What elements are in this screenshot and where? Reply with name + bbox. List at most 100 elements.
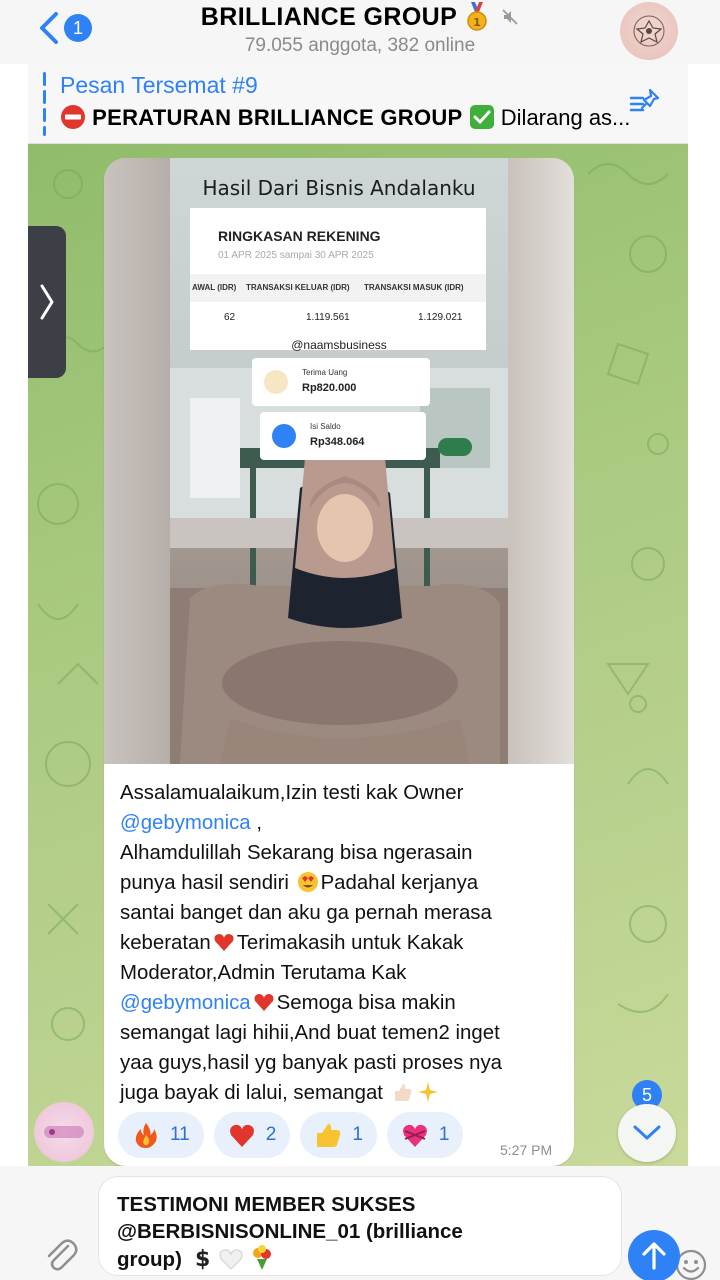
message-fragment: , xyxy=(250,812,262,834)
arrow-up-icon xyxy=(642,1242,666,1270)
group-subtitle: 79.055 anggota, 382 online xyxy=(244,35,476,56)
fire-icon xyxy=(135,1123,157,1148)
bouquet-icon xyxy=(253,1245,272,1270)
column-header: AWAL (IDR) xyxy=(192,283,237,292)
message-fragment: Semoga bisa makin xyxy=(276,992,456,1014)
chat-area[interactable]: Hasil Dari Bisnis Andalanku RINGKASAN RE… xyxy=(28,144,688,1166)
receive-money-card: Terima Uang Rp820.000 xyxy=(252,358,430,406)
account-summary-period: 01 APR 2025 sampai 30 APR 2025 xyxy=(218,250,374,261)
pinned-indicator xyxy=(43,72,46,136)
column-value: 1.119.561 xyxy=(306,312,350,323)
chevron-down-icon xyxy=(633,1125,661,1140)
paperclip-icon[interactable] xyxy=(44,1236,78,1274)
column-value: 1.129.021 xyxy=(418,312,463,323)
message-line: punya hasil sendiri Padahal kerjanya xyxy=(120,868,564,898)
sparkles-emoji-icon xyxy=(417,1082,438,1102)
photo-overlay-title: Hasil Dari Bisnis Andalanku xyxy=(202,176,476,200)
message-bubble[interactable]: Hasil Dari Bisnis Andalanku RINGKASAN RE… xyxy=(104,158,574,1166)
column-header: TRANSAKSI KELUAR (IDR) xyxy=(246,283,350,292)
thumbs-up-light-emoji-icon xyxy=(394,1084,411,1101)
message-line: juga bayak di lalui, semangat xyxy=(120,1078,564,1108)
top-up-value: Rp348.064 xyxy=(310,436,365,448)
message-line: @gebymonica Semoga bisa makin xyxy=(120,988,564,1018)
pinned-list-icon[interactable] xyxy=(628,86,664,122)
reaction-thumbs-up[interactable]: 1 xyxy=(300,1112,377,1158)
photo-content: Hasil Dari Bisnis Andalanku RINGKASAN RE… xyxy=(170,158,508,764)
input-line: TESTIMONI MEMBER SUKSES xyxy=(117,1193,416,1216)
account-summary-card: RINGKASAN REKENING 01 APR 2025 sampai 30… xyxy=(190,208,486,350)
message-line: Assalamualaikum,Izin testi kak Owner xyxy=(120,782,464,804)
message-fragment: juga bayak di lalui, semangat xyxy=(120,1082,383,1104)
pinned-text-rest: Dilarang as... xyxy=(500,105,631,130)
reaction-count: 2 xyxy=(265,1124,277,1145)
pinned-text-bold: PERATURAN BRILLIANCE GROUP xyxy=(92,105,463,130)
message-photo[interactable]: Hasil Dari Bisnis Andalanku RINGKASAN RE… xyxy=(104,158,574,764)
red-heart-emoji-icon xyxy=(214,934,234,951)
message-line: semangat lagi hihii,And buat temen2 inge… xyxy=(120,1022,500,1044)
reaction-heart[interactable]: 2 xyxy=(213,1112,291,1158)
medal-icon: 1 xyxy=(467,2,487,31)
send-button[interactable] xyxy=(628,1230,680,1280)
pinned-message-bar[interactable]: Pesan Tersemat #9 PERATURAN BRILLIANCE G… xyxy=(28,64,688,144)
mention-link[interactable]: @gebymonica xyxy=(120,812,251,834)
group-title: BRILLIANCE GROUP xyxy=(200,2,458,31)
sender-avatar[interactable] xyxy=(34,1102,94,1162)
receive-money-value: Rp820.000 xyxy=(302,382,357,394)
reaction-count: 1 xyxy=(352,1124,363,1145)
mention-link[interactable]: @gebymonica xyxy=(120,992,251,1014)
column-header: TRANSAKSI MASUK (IDR) xyxy=(364,283,464,292)
message-fragment: keberatan xyxy=(120,932,211,954)
photo-blur-left xyxy=(104,158,170,764)
group-avatar[interactable] xyxy=(620,2,678,60)
red-heart-emoji-icon xyxy=(254,994,274,1011)
side-panel-toggle[interactable] xyxy=(28,226,66,378)
sender-logo-icon xyxy=(44,1126,84,1138)
check-mark-icon xyxy=(469,105,494,129)
chevron-right-icon xyxy=(40,284,54,320)
pinned-title: Pesan Tersemat #9 xyxy=(60,72,258,98)
svg-text:1: 1 xyxy=(473,16,481,29)
scroll-down-button[interactable] xyxy=(618,1104,676,1162)
message-composer: TESTIMONI MEMBER SUKSES @BERBISNISONLINE… xyxy=(0,1166,720,1280)
message-line: @gebymonica , xyxy=(120,808,564,838)
message-line: keberatan Terimakasih untuk Kakak xyxy=(120,928,564,958)
message-line: Alhamdulillah Sekarang bisa ngerasain xyxy=(120,842,473,864)
no-entry-icon xyxy=(61,105,85,129)
photo-handle: @naamsbusiness xyxy=(291,338,387,352)
receive-money-icon xyxy=(264,370,288,394)
pinned-text: PERATURAN BRILLIANCE GROUP Dilarang as..… xyxy=(60,104,632,131)
group-logo-icon xyxy=(633,15,665,47)
heart-icon xyxy=(229,1124,254,1147)
reaction-count: 1 xyxy=(438,1124,450,1145)
message-fragment: Terimakasih untuk Kakak xyxy=(236,932,464,954)
reaction-count: 11 xyxy=(170,1124,190,1145)
chat-title-area[interactable]: BRILLIANCE GROUP 1 79.055 anggota, 382 o… xyxy=(140,0,580,57)
column-value: 62 xyxy=(224,312,236,323)
message-fragment: punya hasil sendiri xyxy=(120,872,289,894)
white-heart-icon xyxy=(219,1249,243,1270)
input-fragment: group) xyxy=(117,1248,182,1271)
reaction-heart-ribbon[interactable]: 1 xyxy=(386,1112,464,1158)
account-summary-title: RINGKASAN REKENING xyxy=(218,228,381,244)
message-line: santai banget dan aku ga pernah merasa xyxy=(120,902,492,924)
back-button[interactable]: 1 xyxy=(36,8,92,48)
dollar-sign-icon: $ xyxy=(195,1247,210,1272)
thumbs-up-icon xyxy=(317,1124,341,1147)
message-input[interactable]: TESTIMONI MEMBER SUKSES @BERBISNISONLINE… xyxy=(98,1176,707,1280)
chat-header: 1 BRILLIANCE GROUP 1 79.055 anggota, 382… xyxy=(0,0,720,64)
top-up-card: Isi Saldo Rp348.064 xyxy=(260,412,426,460)
reaction-fire[interactable]: 11 xyxy=(118,1112,204,1158)
account-summary-columns: AWAL (IDR) TRANSAKSI KELUAR (IDR) TRANSA… xyxy=(190,274,486,302)
unread-badge: 1 xyxy=(64,14,92,42)
message-line: yaa guys,hasil yg banyak pasti proses ny… xyxy=(120,1052,502,1074)
message-time: 5:27 PM xyxy=(500,1142,553,1158)
heart-ribbon-icon xyxy=(402,1124,427,1147)
receive-money-label: Terima Uang xyxy=(302,368,348,377)
reactions-row: 11 2 1 1 xyxy=(118,1112,464,1158)
input-line: group) $ xyxy=(117,1245,537,1273)
message-input-text: TESTIMONI MEMBER SUKSES @BERBISNISONLINE… xyxy=(117,1191,537,1273)
chevron-left-icon xyxy=(40,12,58,44)
mute-icon xyxy=(502,9,518,25)
heart-eyes-emoji-icon xyxy=(297,872,318,892)
message-line: Moderator,Admin Terutama Kak xyxy=(120,962,407,984)
